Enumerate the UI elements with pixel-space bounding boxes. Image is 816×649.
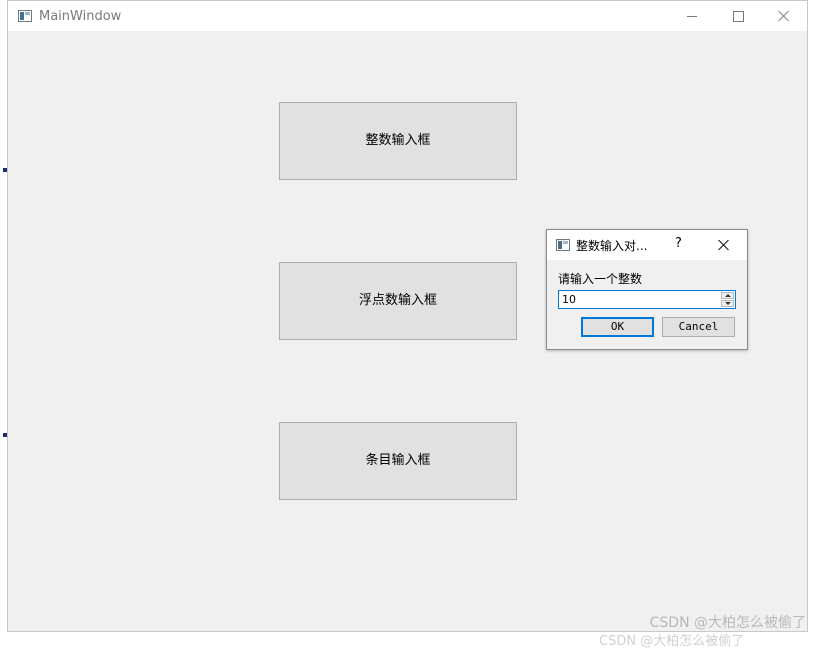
watermark: CSDN @大柏怎么被偷了 (649, 615, 806, 631)
watermark-shadow: CSDN @大柏怎么被偷了 (599, 634, 745, 649)
close-icon (778, 10, 790, 22)
item-input-button[interactable]: 条目输入框 (279, 422, 517, 500)
edge-marker (3, 168, 7, 172)
app-window-icon (18, 10, 32, 22)
close-button[interactable] (761, 1, 807, 31)
ok-button[interactable]: OK (581, 317, 654, 337)
dialog-window-icon (556, 239, 570, 251)
minimize-icon (687, 15, 697, 17)
spinbox-arrows (721, 292, 734, 307)
integer-spinbox[interactable]: 10 (558, 290, 736, 309)
minimize-button[interactable] (669, 1, 715, 31)
spin-up-arrow-icon[interactable] (721, 292, 734, 299)
dialog-title-bar[interactable]: 整数输入对... (547, 230, 747, 260)
spinbox-value[interactable]: 10 (562, 293, 576, 306)
float-input-button[interactable]: 浮点数输入框 (279, 262, 517, 340)
integer-input-button[interactable]: 整数输入框 (279, 102, 517, 180)
dialog-title: 整数输入对... (576, 238, 648, 253)
cancel-button[interactable]: Cancel (662, 317, 735, 337)
edge-marker (3, 433, 7, 437)
spin-down-arrow-icon[interactable] (721, 300, 734, 307)
maximize-icon (732, 10, 744, 22)
title-bar[interactable]: MainWindow (8, 1, 807, 31)
dialog-prompt-label: 请输入一个整数 (558, 272, 643, 286)
integer-input-dialog: 整数输入对... ? 请输入一个整数 10 OK Cancel (546, 229, 748, 350)
maximize-button[interactable] (715, 1, 761, 31)
window-title: MainWindow (39, 8, 122, 24)
help-button[interactable]: ? (675, 236, 682, 251)
